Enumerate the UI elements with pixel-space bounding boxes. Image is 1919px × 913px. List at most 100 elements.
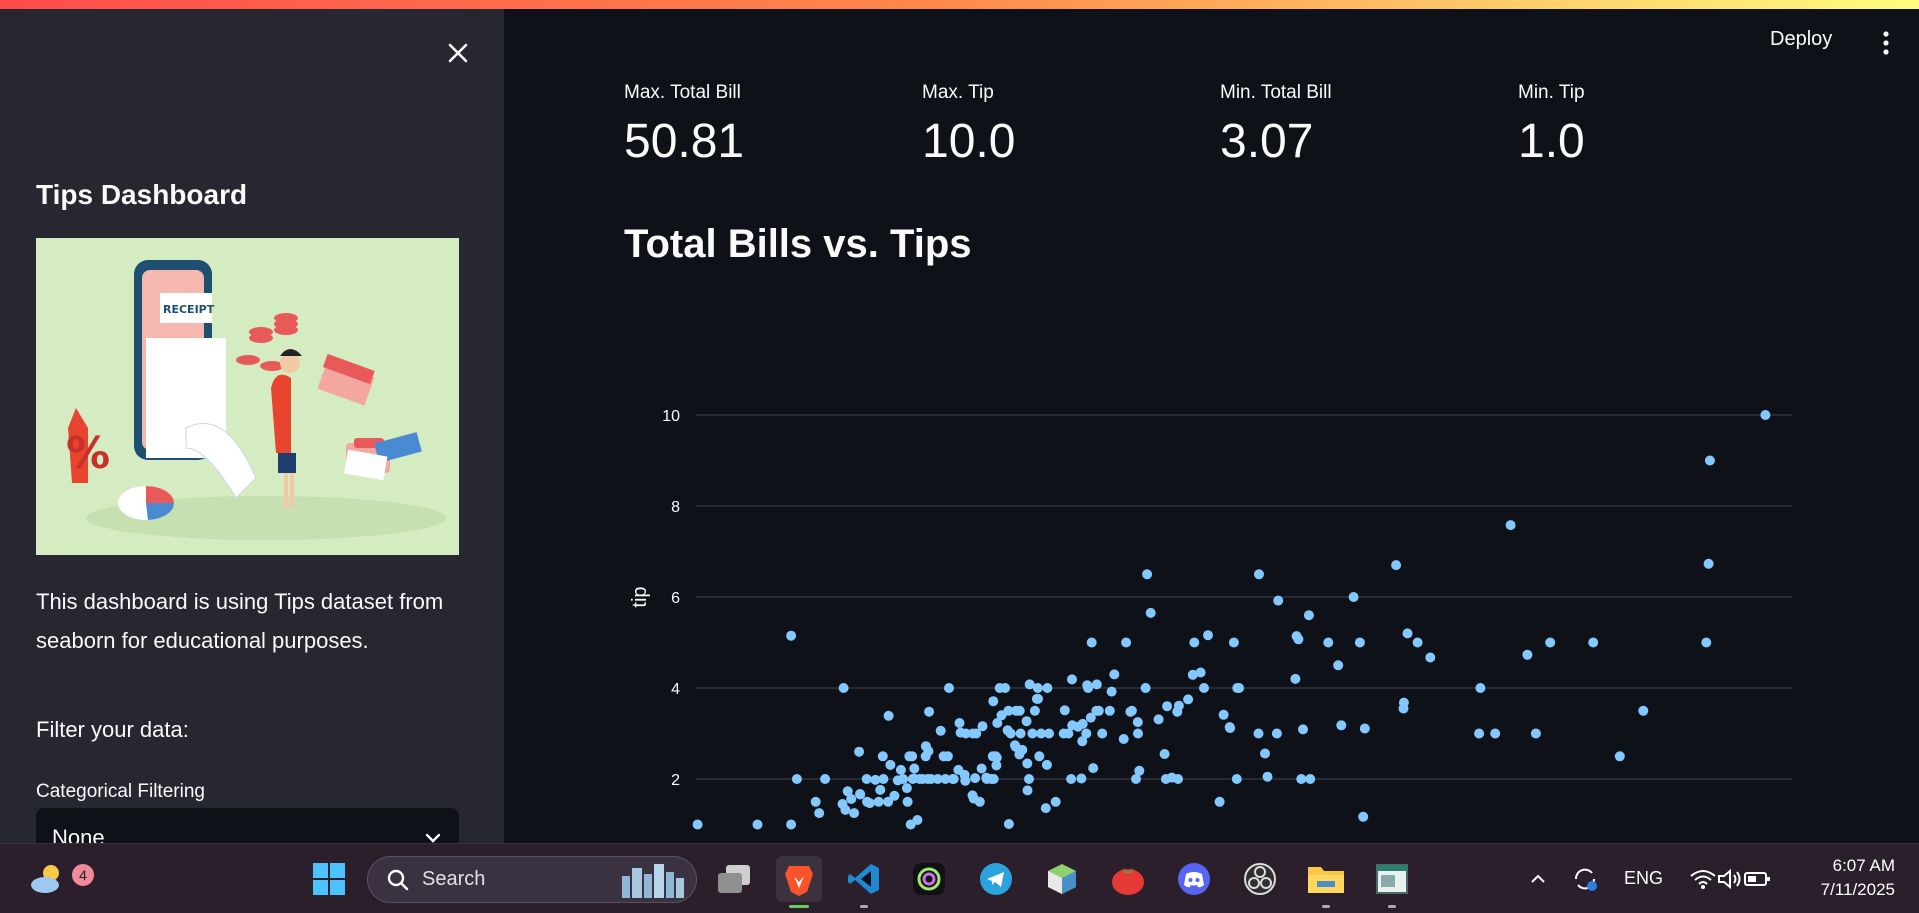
scatter-point[interactable] xyxy=(1140,683,1151,693)
scatter-point[interactable] xyxy=(838,683,849,693)
scatter-point[interactable] xyxy=(954,718,965,728)
scatter-point[interactable] xyxy=(1323,637,1334,648)
scatter-point[interactable] xyxy=(1050,796,1061,807)
scatter-point[interactable] xyxy=(1333,660,1344,671)
scatter-point[interactable] xyxy=(1348,592,1359,602)
scatter-point[interactable] xyxy=(1145,607,1156,618)
scatter-point[interactable] xyxy=(1021,716,1032,727)
scatter-point[interactable] xyxy=(1218,709,1229,720)
scatter-point[interactable] xyxy=(1228,637,1239,648)
scatter-point[interactable] xyxy=(1067,674,1077,685)
scatter-point[interactable] xyxy=(692,819,703,830)
scatter-point[interactable] xyxy=(1354,637,1365,648)
scatter-point[interactable] xyxy=(1081,728,1092,739)
task-view-button[interactable] xyxy=(711,856,757,902)
scatter-point[interactable] xyxy=(1225,723,1236,733)
scatter-point[interactable] xyxy=(1104,705,1115,716)
scatter-point[interactable] xyxy=(1545,637,1556,648)
scatter-point[interactable] xyxy=(1293,634,1304,645)
scatter-point[interactable] xyxy=(1183,694,1194,705)
scatter-point[interactable] xyxy=(1505,520,1516,531)
scatter-point[interactable] xyxy=(1490,728,1501,739)
scatter-point[interactable] xyxy=(1359,723,1370,734)
scatter-point[interactable] xyxy=(1199,683,1209,693)
scatter-point[interactable] xyxy=(1588,637,1599,648)
scatter-point[interactable] xyxy=(1638,705,1649,716)
scatter-point[interactable] xyxy=(1336,720,1347,731)
scatter-point[interactable] xyxy=(810,796,821,807)
scatter-point[interactable] xyxy=(1231,774,1242,784)
scatter-point[interactable] xyxy=(898,774,909,784)
scatter-point[interactable] xyxy=(1014,705,1025,716)
categorical-filter-select[interactable]: None xyxy=(36,808,459,843)
scatter-point[interactable] xyxy=(1290,673,1301,684)
scatter-point[interactable] xyxy=(1109,669,1120,680)
scatter-point[interactable] xyxy=(1614,751,1625,762)
scatter-point[interactable] xyxy=(948,774,959,784)
scatter-point[interactable] xyxy=(1189,637,1200,648)
scatter-point[interactable] xyxy=(1701,637,1712,648)
scatter-point[interactable] xyxy=(1132,717,1143,728)
scatter-point[interactable] xyxy=(1022,785,1033,796)
scatter-point[interactable] xyxy=(1126,705,1137,716)
scatter-point[interactable] xyxy=(1066,774,1077,784)
scatter-point[interactable] xyxy=(1003,819,1014,829)
scatter-point[interactable] xyxy=(912,815,923,825)
scatter-point[interactable] xyxy=(883,710,894,721)
scatter-point[interactable] xyxy=(974,796,985,807)
main-menu-button[interactable] xyxy=(1876,28,1896,58)
cube-app[interactable] xyxy=(1039,856,1085,902)
scatter-point[interactable] xyxy=(991,752,1002,763)
scatter-point[interactable] xyxy=(1059,705,1070,716)
scatter-point[interactable] xyxy=(1214,796,1225,807)
scatter-point[interactable] xyxy=(976,763,987,774)
scatter-point[interactable] xyxy=(1296,774,1307,784)
scatter-point[interactable] xyxy=(901,783,912,794)
scatter-point[interactable] xyxy=(1076,773,1087,784)
notepad-app[interactable] xyxy=(1369,856,1415,908)
scatter-point[interactable] xyxy=(1253,728,1264,739)
scatter-point[interactable] xyxy=(1305,774,1316,784)
quick-settings-button[interactable] xyxy=(1682,856,1778,902)
scatter-point[interactable] xyxy=(988,696,999,707)
scatter-point[interactable] xyxy=(791,774,802,784)
scatter-point[interactable] xyxy=(885,759,896,770)
scatter-point[interactable] xyxy=(1106,686,1117,697)
vscode-app[interactable] xyxy=(841,856,887,908)
scatter-point[interactable] xyxy=(1024,774,1034,784)
deploy-button[interactable]: Deploy xyxy=(1770,28,1832,51)
scatter-point[interactable] xyxy=(1398,697,1409,708)
scatter-point[interactable] xyxy=(1391,560,1402,571)
tomato-timer-app[interactable] xyxy=(1105,856,1151,902)
scatter-point[interactable] xyxy=(902,796,913,807)
scatter-point[interactable] xyxy=(1162,701,1173,712)
scatter-point[interactable] xyxy=(1760,410,1771,420)
scatter-point[interactable] xyxy=(1042,683,1053,693)
scatter-point[interactable] xyxy=(977,721,988,732)
scatter-point[interactable] xyxy=(907,751,918,762)
scatter-point[interactable] xyxy=(1530,728,1541,739)
scatter-point[interactable] xyxy=(923,746,934,757)
scatter-point[interactable] xyxy=(1086,637,1097,648)
scatter-point[interactable] xyxy=(1425,652,1436,663)
scatter-point[interactable] xyxy=(1142,569,1153,580)
scatter-point[interactable] xyxy=(1703,558,1714,569)
scatter-point[interactable] xyxy=(786,630,797,641)
scatter-point[interactable] xyxy=(1474,728,1485,739)
scatter-point[interactable] xyxy=(1040,803,1051,814)
scatter-point[interactable] xyxy=(752,819,763,830)
scatter-point[interactable] xyxy=(1091,679,1102,690)
scatter-point[interactable] xyxy=(1029,705,1040,716)
scatter-point[interactable] xyxy=(942,751,953,762)
scatter-point[interactable] xyxy=(1005,728,1016,739)
scatter-point[interactable] xyxy=(1083,683,1094,693)
clock[interactable]: 6:07 AM 7/11/2025 xyxy=(1805,854,1895,902)
close-sidebar-button[interactable] xyxy=(440,35,476,71)
scatter-point[interactable] xyxy=(1303,610,1314,621)
scatter-point[interactable] xyxy=(1704,455,1715,466)
scatter-point[interactable] xyxy=(988,774,999,784)
scatter-point[interactable] xyxy=(1015,728,1026,739)
scatter-point[interactable] xyxy=(1358,811,1369,822)
scatter-point[interactable] xyxy=(1173,774,1183,784)
scatter-point[interactable] xyxy=(1271,728,1282,739)
